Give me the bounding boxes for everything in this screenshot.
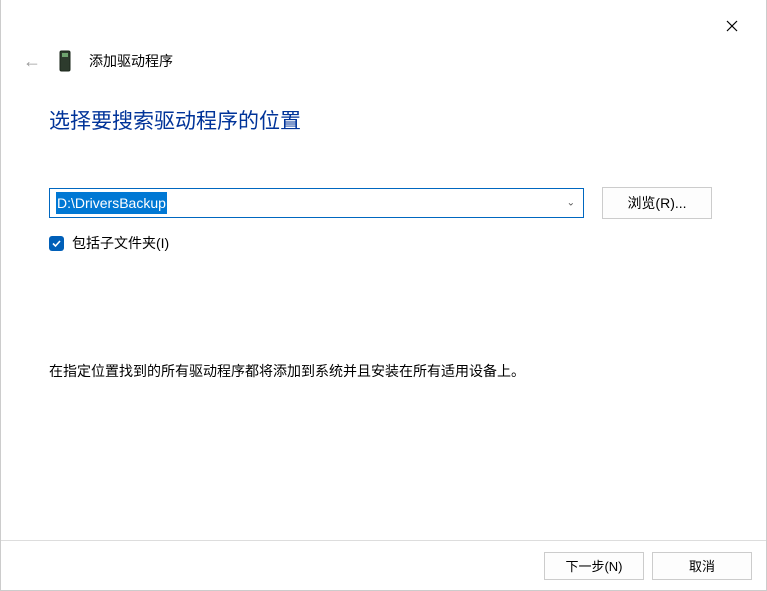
chevron-down-icon: ⌄: [567, 198, 575, 209]
browse-button[interactable]: 浏览(R)...: [602, 187, 712, 219]
path-combobox[interactable]: D:\DriversBackup ⌄: [49, 188, 584, 218]
include-subfolders-checkbox[interactable]: [49, 236, 64, 251]
header: ← 添加驱动程序: [23, 50, 173, 72]
next-button[interactable]: 下一步(N): [544, 552, 644, 580]
checkmark-icon: [51, 238, 62, 249]
footer: 下一步(N) 取消: [1, 540, 766, 590]
wizard-window: ← 添加驱动程序 选择要搜索驱动程序的位置 D:\DriversBackup ⌄…: [0, 0, 767, 591]
path-value: D:\DriversBackup: [56, 192, 167, 214]
wizard-title: 添加驱动程序: [89, 51, 173, 71]
close-icon: [726, 20, 738, 32]
include-subfolders-row: 包括子文件夹(I): [49, 233, 718, 253]
cancel-button[interactable]: 取消: [652, 552, 752, 580]
path-row: D:\DriversBackup ⌄ 浏览(R)...: [49, 187, 718, 219]
device-icon: [59, 50, 71, 72]
back-arrow-icon: ←: [23, 51, 41, 72]
close-button[interactable]: [716, 10, 748, 42]
content-area: 选择要搜索驱动程序的位置 D:\DriversBackup ⌄ 浏览(R)...…: [49, 105, 718, 381]
description-text: 在指定位置找到的所有驱动程序都将添加到系统并且安装在所有适用设备上。: [49, 361, 718, 381]
page-heading: 选择要搜索驱动程序的位置: [49, 105, 718, 135]
include-subfolders-label[interactable]: 包括子文件夹(I): [72, 233, 169, 253]
